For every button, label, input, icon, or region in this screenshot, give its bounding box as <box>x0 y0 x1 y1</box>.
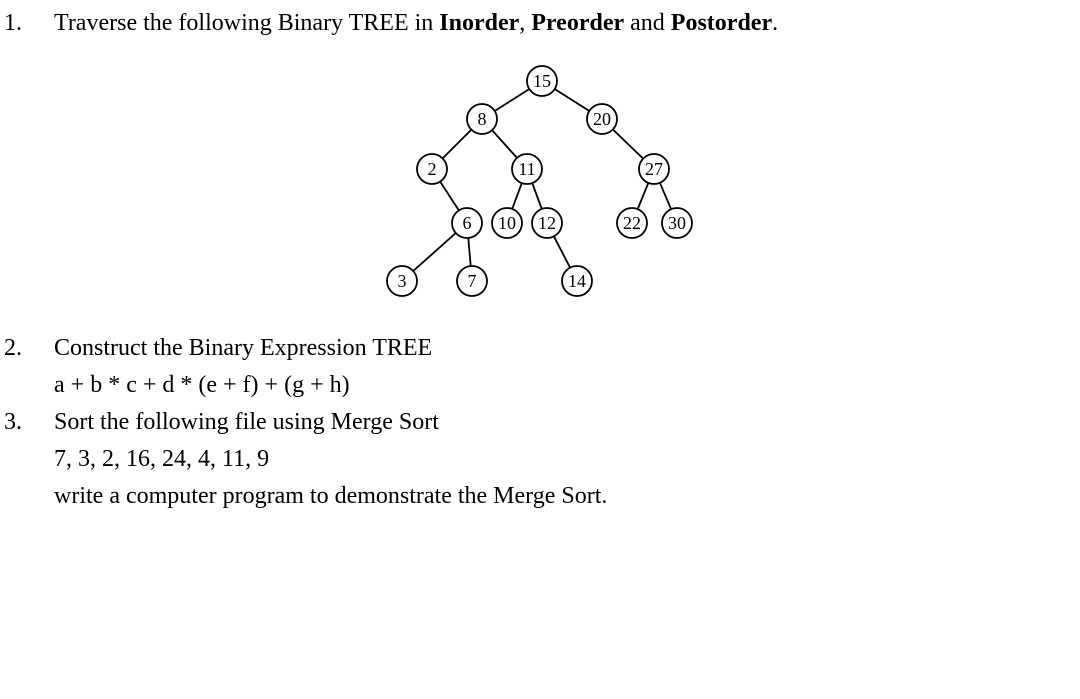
tree-node-30: 30 <box>662 208 692 238</box>
tree-node-14: 14 <box>562 266 592 296</box>
tree-edge <box>638 183 649 209</box>
svg-text:10: 10 <box>498 213 516 233</box>
tree-svg: 15 8 20 2 11 27 6 10 12 22 30 3 7 14 <box>342 61 722 301</box>
tree-edge <box>555 89 590 111</box>
tree-node-6: 6 <box>452 208 482 238</box>
q1-text-e: and <box>624 10 671 36</box>
tree-node-27: 27 <box>639 154 669 184</box>
tree-node-7: 7 <box>457 266 487 296</box>
tree-edge <box>468 238 470 266</box>
q3-line-1: Sort the following file using Merge Sort <box>54 409 1060 436</box>
tree-node-10: 10 <box>492 208 522 238</box>
tree-edge <box>613 129 643 158</box>
svg-text:12: 12 <box>538 213 556 233</box>
q2-line-2: a + b * c + d * (e + f) + (g + h) <box>54 372 1060 399</box>
svg-text:27: 27 <box>645 159 663 179</box>
svg-text:3: 3 <box>398 271 407 291</box>
question-3-body: Sort the following file using Merge Sort… <box>54 409 1060 510</box>
q3-line-2: 7, 3, 2, 16, 24, 4, 11, 9 <box>54 446 1060 473</box>
svg-text:20: 20 <box>593 109 611 129</box>
tree-node-22: 22 <box>617 208 647 238</box>
svg-text:14: 14 <box>568 271 586 291</box>
tree-edge <box>413 233 456 271</box>
q3-line-3: write a computer program to demonstrate … <box>54 483 1060 510</box>
tree-node-20: 20 <box>587 104 617 134</box>
q1-text-f: Postorder <box>671 10 772 36</box>
question-1-body: Traverse the following Binary TREE in In… <box>54 10 1060 325</box>
question-2-body: Construct the Binary Expression TREE a +… <box>54 335 1060 399</box>
tree-edge <box>554 236 570 267</box>
q1-text-b: Inorder <box>439 10 519 36</box>
question-2: 2. Construct the Binary Expression TREE … <box>0 335 1060 399</box>
question-list: 1. Traverse the following Binary TREE in… <box>0 10 1060 510</box>
tree-node-8: 8 <box>467 104 497 134</box>
svg-text:6: 6 <box>463 213 472 233</box>
tree-edge <box>443 130 472 159</box>
tree-node-12: 12 <box>532 208 562 238</box>
q1-text-a: Traverse the following Binary TREE in <box>54 10 439 36</box>
tree-edge <box>660 183 671 209</box>
tree-edge <box>512 183 522 209</box>
q1-text-g: . <box>772 10 778 36</box>
tree-node-2: 2 <box>417 154 447 184</box>
svg-text:2: 2 <box>428 159 437 179</box>
svg-text:22: 22 <box>623 213 641 233</box>
question-2-number: 2. <box>0 335 54 399</box>
question-3: 3. Sort the following file using Merge S… <box>0 409 1060 510</box>
svg-text:8: 8 <box>478 109 487 129</box>
svg-text:30: 30 <box>668 213 686 233</box>
svg-text:7: 7 <box>468 271 477 291</box>
binary-tree-diagram: 15 8 20 2 11 27 6 10 12 22 30 3 7 14 <box>54 61 1060 301</box>
tree-edge <box>440 182 459 211</box>
tree-node-3: 3 <box>387 266 417 296</box>
question-3-number: 3. <box>0 409 54 510</box>
question-1: 1. Traverse the following Binary TREE in… <box>0 10 1060 325</box>
tree-edge <box>492 130 517 158</box>
q1-text-c: , <box>519 10 531 36</box>
tree-edge <box>532 183 542 209</box>
q2-line-1: Construct the Binary Expression TREE <box>54 335 1060 362</box>
question-1-number: 1. <box>0 10 54 325</box>
svg-text:15: 15 <box>533 71 551 91</box>
svg-text:11: 11 <box>518 159 535 179</box>
q1-text-d: Preorder <box>531 10 624 36</box>
tree-node-15: 15 <box>527 66 557 96</box>
tree-edge <box>495 89 530 111</box>
tree-node-11: 11 <box>512 154 542 184</box>
